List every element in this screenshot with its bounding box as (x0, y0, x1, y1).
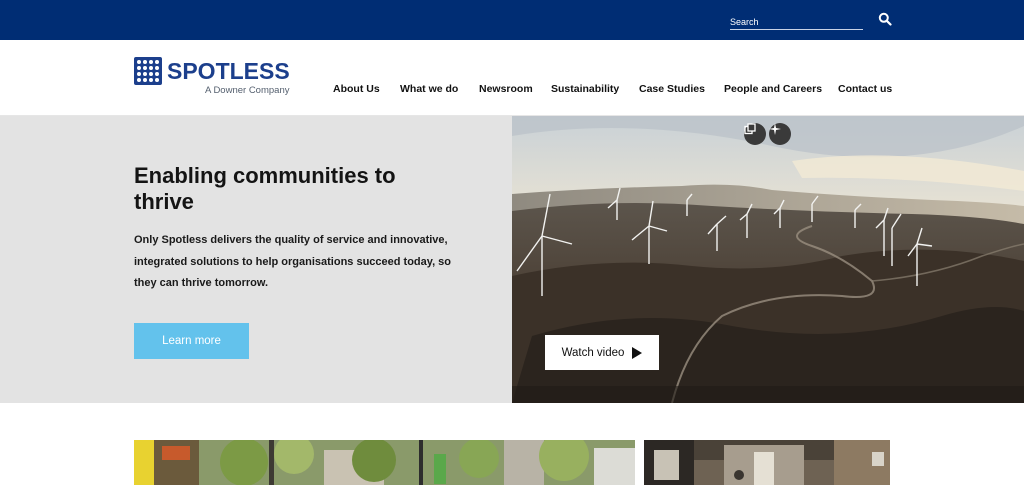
nav-about-us[interactable]: About Us (333, 83, 380, 95)
hero-video-panel[interactable]: Watch video (512, 116, 1024, 403)
nav-people-and-careers[interactable]: People and Careers (724, 83, 822, 95)
copy-icon[interactable] (744, 123, 766, 145)
feature-card-city[interactable] (134, 440, 635, 485)
arcade-image (644, 440, 890, 485)
nav-newsroom[interactable]: Newsroom (479, 83, 533, 95)
search-input[interactable] (730, 14, 863, 30)
hero-description: Only Spotless delivers the quality of se… (134, 234, 452, 289)
nav-what-we-do[interactable]: What we do (400, 83, 458, 95)
sparkle-icon[interactable] (769, 123, 791, 145)
search-field[interactable] (730, 12, 863, 30)
play-icon (632, 346, 643, 359)
logo-wordmark: SPOTLESS (167, 58, 290, 84)
site-header: SPOTLESS A Downer Company About Us What … (0, 40, 1024, 116)
watch-video-label: Watch video (561, 346, 625, 359)
main-nav: About Us What we do Newsroom Sustainabil… (0, 83, 1024, 99)
nav-case-studies[interactable]: Case Studies (639, 83, 705, 95)
learn-more-button[interactable]: Learn more (134, 323, 249, 359)
hero-title: Enabling communities to thrive (134, 163, 396, 214)
nav-contact-us[interactable]: Contact us (838, 83, 892, 95)
search-icon[interactable] (878, 12, 892, 26)
top-utility-bar (0, 0, 1024, 40)
feature-card-arcade[interactable] (644, 440, 890, 485)
nav-sustainability[interactable]: Sustainability (551, 83, 619, 95)
hero-text-panel: Enabling communities to thrive Only Spot… (0, 116, 512, 403)
city-street-image (134, 440, 635, 485)
watch-video-button[interactable]: Watch video (545, 335, 659, 370)
logo-mark-icon (134, 57, 162, 85)
